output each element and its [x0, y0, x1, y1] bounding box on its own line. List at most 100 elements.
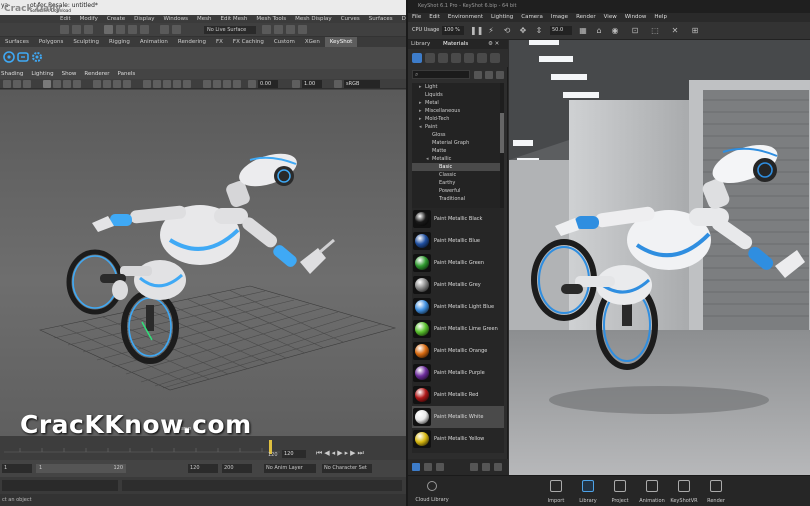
mel-input[interactable]: [2, 480, 118, 491]
shelf-tab-custom[interactable]: Custom: [269, 37, 300, 47]
keyshot-menu-lighting[interactable]: Lighting: [491, 13, 513, 22]
keyshot-menu-help[interactable]: Help: [654, 13, 667, 22]
keyshot-menu-render[interactable]: Render: [576, 13, 596, 22]
add-folder-icon[interactable]: [485, 71, 493, 79]
maya-time-slider[interactable]: 120 120 ⏮◀◂▶▸▶⏭: [0, 436, 406, 460]
material-item[interactable]: Paint Metallic Lime Green: [412, 318, 504, 340]
current-frame-field[interactable]: 120: [282, 450, 306, 458]
xray-components-icon[interactable]: [233, 80, 241, 88]
hypershade-icon[interactable]: [298, 25, 307, 34]
import-material-icon[interactable]: [482, 463, 490, 471]
tree-item-gloss[interactable]: Gloss: [412, 131, 500, 139]
nav-animation-button[interactable]: Animation: [636, 476, 668, 506]
snap-curve-icon[interactable]: [116, 25, 125, 34]
motion-blur-icon[interactable]: [163, 80, 171, 88]
panel-menu-show[interactable]: Show: [62, 70, 77, 79]
snap-point-icon[interactable]: [128, 25, 137, 34]
tree-item-metallic[interactable]: ◂ Metallic: [412, 155, 500, 163]
gamma-icon[interactable]: [292, 80, 300, 88]
anti-aliasing-icon[interactable]: [173, 80, 181, 88]
magnet-icon[interactable]: [172, 25, 181, 34]
keyshot-menu-camera[interactable]: Camera: [521, 13, 543, 22]
shelf-tab-surfaces[interactable]: Surfaces: [0, 37, 34, 47]
tree-item-mold-tech[interactable]: ▸ Mold-Tech: [412, 115, 500, 123]
bookmark-icon[interactable]: [13, 80, 21, 88]
toolbar-grid-icon[interactable]: ⊞: [690, 26, 700, 36]
maya-menu-curves[interactable]: Curves: [341, 15, 360, 23]
material-item[interactable]: Paint Metallic White: [412, 406, 504, 428]
maya-menu-windows[interactable]: Windows: [163, 15, 188, 23]
region-render-icon[interactable]: ⬚: [650, 26, 660, 36]
keyshot-menu-image[interactable]: Image: [551, 13, 568, 22]
shelf-tab-fx-caching[interactable]: FX Caching: [228, 37, 269, 47]
shadows-icon[interactable]: [143, 80, 151, 88]
maya-menu-mesh-display[interactable]: Mesh Display: [295, 15, 332, 23]
library-search-input[interactable]: ⌕: [412, 70, 470, 79]
pause-icon[interactable]: ❚❚: [470, 26, 483, 36]
add-camera-icon[interactable]: ◉: [610, 26, 620, 36]
maya-menu-modify[interactable]: Modify: [80, 15, 98, 23]
cloud-library-button[interactable]: Cloud Library: [408, 476, 456, 506]
maya-menu-edit[interactable]: Edit: [60, 15, 71, 23]
keyshot-menu-environment[interactable]: Environment: [448, 13, 483, 22]
live-surface-field[interactable]: No Live Surface: [204, 26, 256, 34]
ambient-occlusion-icon[interactable]: [153, 80, 161, 88]
panel-menu-lighting[interactable]: Lighting: [31, 70, 53, 79]
snap-grid-icon[interactable]: [104, 25, 113, 34]
thumbnail-size-icon[interactable]: [470, 463, 478, 471]
shelf-tab-animation[interactable]: Animation: [135, 37, 173, 47]
shelf-tab-fx[interactable]: FX: [211, 37, 228, 47]
maya-menu-create[interactable]: Create: [107, 15, 125, 23]
nav-keyshotvr-button[interactable]: KeyShotVR: [668, 476, 700, 506]
textures-category-icon[interactable]: [464, 53, 474, 63]
tree-item-traditional[interactable]: Traditional: [412, 195, 500, 203]
exposure-icon[interactable]: [248, 80, 256, 88]
tree-item-liquids[interactable]: Liquids: [412, 91, 500, 99]
environments-category-icon[interactable]: [438, 53, 448, 63]
maya-menu-surfaces[interactable]: Surfaces: [369, 15, 393, 23]
material-item[interactable]: Paint Metallic Black: [412, 208, 504, 230]
tree-item-earthy[interactable]: Earthy: [412, 179, 500, 187]
grid-view-icon[interactable]: [424, 463, 432, 471]
grid-toggle-icon[interactable]: [43, 80, 51, 88]
depth-of-field-icon[interactable]: [183, 80, 191, 88]
range-end-field[interactable]: 120: [188, 464, 218, 473]
backplates-category-icon[interactable]: [451, 53, 461, 63]
nav-import-button[interactable]: Import: [540, 476, 572, 506]
tree-item-metal[interactable]: ▸ Metal: [412, 99, 500, 107]
renderings-category-icon[interactable]: [477, 53, 487, 63]
range-max-field[interactable]: 200: [222, 464, 252, 473]
lasso-icon[interactable]: [72, 25, 81, 34]
tree-item-light[interactable]: ▸ Light: [412, 83, 500, 91]
camera-attributes-icon[interactable]: [3, 80, 11, 88]
keyshot-menu-view[interactable]: View: [604, 13, 617, 22]
snap-view-icon[interactable]: [140, 25, 149, 34]
material-item[interactable]: Paint Metallic Light Blue: [412, 296, 504, 318]
cpu-usage-select[interactable]: 100 %: [442, 26, 464, 35]
nav-project-button[interactable]: Project: [604, 476, 636, 506]
keyshot-menu-file[interactable]: File: [412, 13, 421, 22]
paint-select-icon[interactable]: [84, 25, 93, 34]
keyshot-render-icon[interactable]: [2, 50, 16, 64]
view-transform-select[interactable]: sRGB gamma: [344, 80, 380, 95]
list-view-icon[interactable]: [412, 463, 420, 471]
anim-layer-select[interactable]: No Anim Layer: [264, 464, 316, 473]
film-gate-icon[interactable]: [53, 80, 61, 88]
denoise-icon[interactable]: ✕: [670, 26, 680, 36]
field-of-view-field[interactable]: 50.0: [550, 26, 572, 35]
material-item[interactable]: Paint Metallic Grey: [412, 274, 504, 296]
playback-controls[interactable]: ⏮◀◂▶▸▶⏭: [316, 449, 366, 458]
maya-menu-edit-mesh[interactable]: Edit Mesh: [221, 15, 248, 23]
keyshot-settings-icon[interactable]: [30, 50, 44, 64]
color-management-icon[interactable]: [334, 80, 342, 88]
tree-item-material-graph[interactable]: Material Graph: [412, 139, 500, 147]
lights-icon[interactable]: [123, 80, 131, 88]
maya-viewport[interactable]: persp: [0, 90, 406, 436]
panel-menu-panels[interactable]: Panels: [118, 70, 136, 79]
shelf-tab-sculpting[interactable]: Sculpting: [68, 37, 104, 47]
tree-item-powerful[interactable]: Powerful: [412, 187, 500, 195]
history-icon[interactable]: [160, 25, 169, 34]
render-settings-icon[interactable]: [286, 25, 295, 34]
xray-icon[interactable]: [213, 80, 221, 88]
material-item[interactable]: Paint Metallic Purple: [412, 362, 504, 384]
